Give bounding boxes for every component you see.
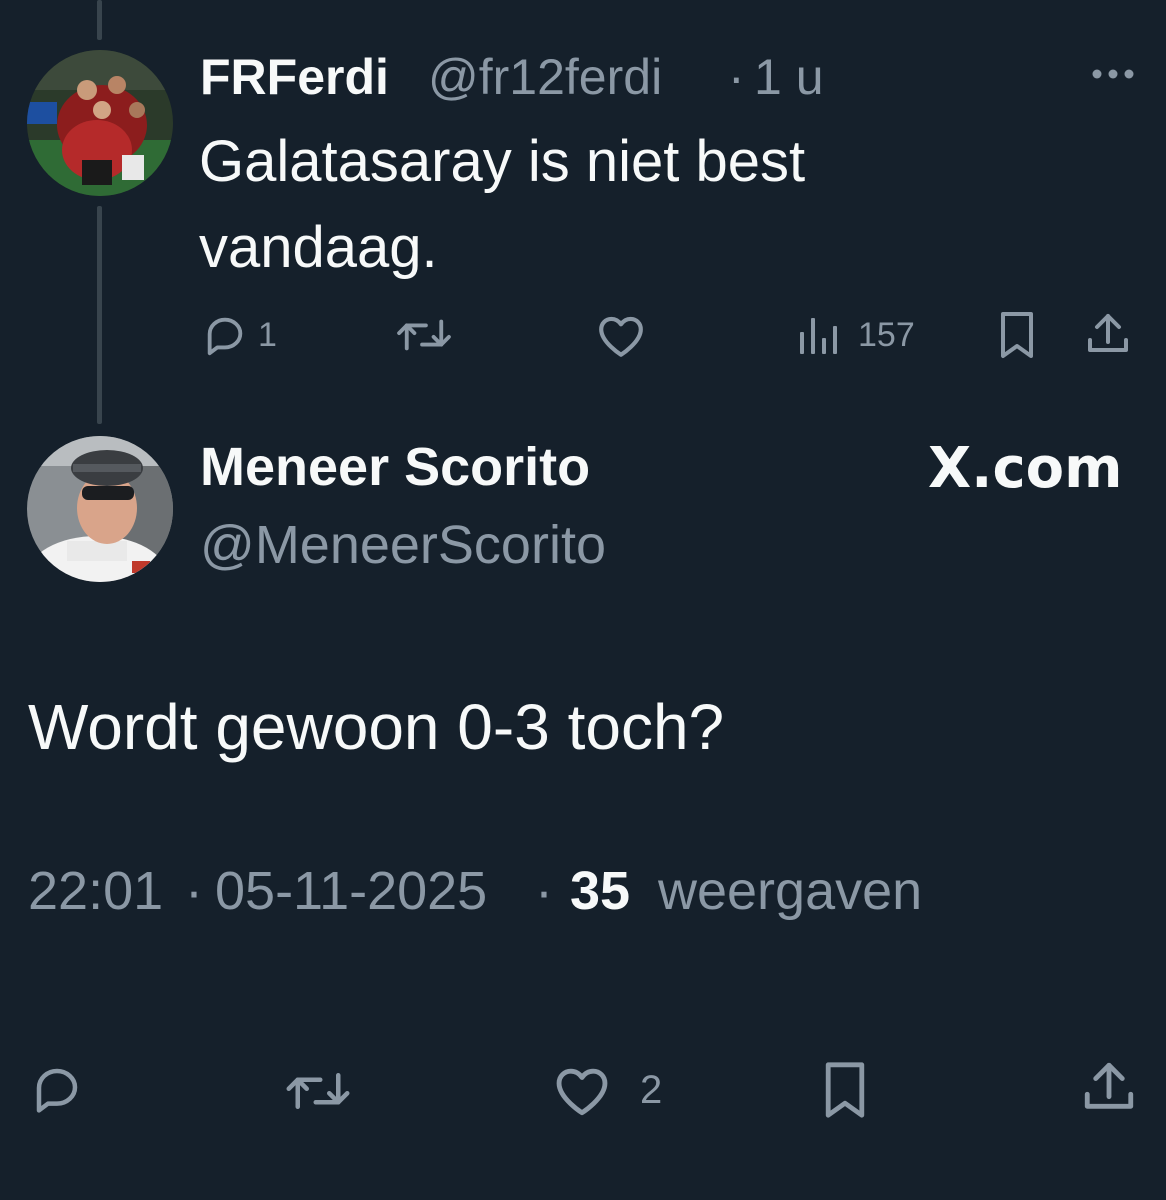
main-display-name[interactable]: Meneer Scorito xyxy=(200,436,590,498)
parent-views-count: 157 xyxy=(858,316,915,354)
parent-share-icon[interactable] xyxy=(1084,310,1132,358)
x-logo-brand: X.com xyxy=(928,436,1123,501)
main-separator-1: · xyxy=(185,861,203,921)
parent-tweet-text-line2: vandaag. xyxy=(199,215,438,280)
parent-time[interactable]: 1 u xyxy=(754,48,824,106)
main-separator-2: · xyxy=(535,861,553,921)
parent-separator: · xyxy=(728,49,745,105)
avatar-meneerscorito[interactable] xyxy=(27,436,173,582)
main-time[interactable]: 22:01 xyxy=(28,860,163,922)
main-reply-icon[interactable] xyxy=(28,1062,86,1116)
parent-views-icon[interactable] xyxy=(798,314,840,356)
main-handle[interactable]: @MeneerScorito xyxy=(200,514,606,576)
main-retweet-icon[interactable] xyxy=(283,1064,353,1118)
parent-retweet-icon[interactable] xyxy=(394,312,454,358)
parent-tweet-text-line1: Galatasaray is niet best xyxy=(199,129,806,194)
thread-line-bottom xyxy=(97,206,102,424)
main-bookmark-icon[interactable] xyxy=(821,1060,869,1120)
main-like-icon[interactable] xyxy=(553,1064,611,1118)
main-views-count[interactable]: 35 xyxy=(570,860,630,922)
parent-reply-icon[interactable] xyxy=(200,312,250,358)
main-like-count: 2 xyxy=(640,1068,663,1112)
main-tweet-text: Wordt gewoon 0-3 toch? xyxy=(28,691,725,763)
thread-line-top xyxy=(97,0,102,40)
main-share-icon[interactable] xyxy=(1080,1058,1138,1116)
main-views-label[interactable]: weergaven xyxy=(658,860,922,922)
main-date[interactable]: 05-11-2025 xyxy=(215,860,487,922)
parent-like-icon[interactable] xyxy=(596,313,646,359)
parent-bookmark-icon[interactable] xyxy=(997,310,1037,360)
avatar-frferdi[interactable] xyxy=(27,50,173,196)
parent-handle[interactable]: @fr12ferdi xyxy=(428,48,662,106)
parent-display-name[interactable]: FRFerdi xyxy=(200,48,389,106)
more-options-icon[interactable] xyxy=(1090,66,1136,82)
parent-reply-count: 1 xyxy=(258,316,277,354)
